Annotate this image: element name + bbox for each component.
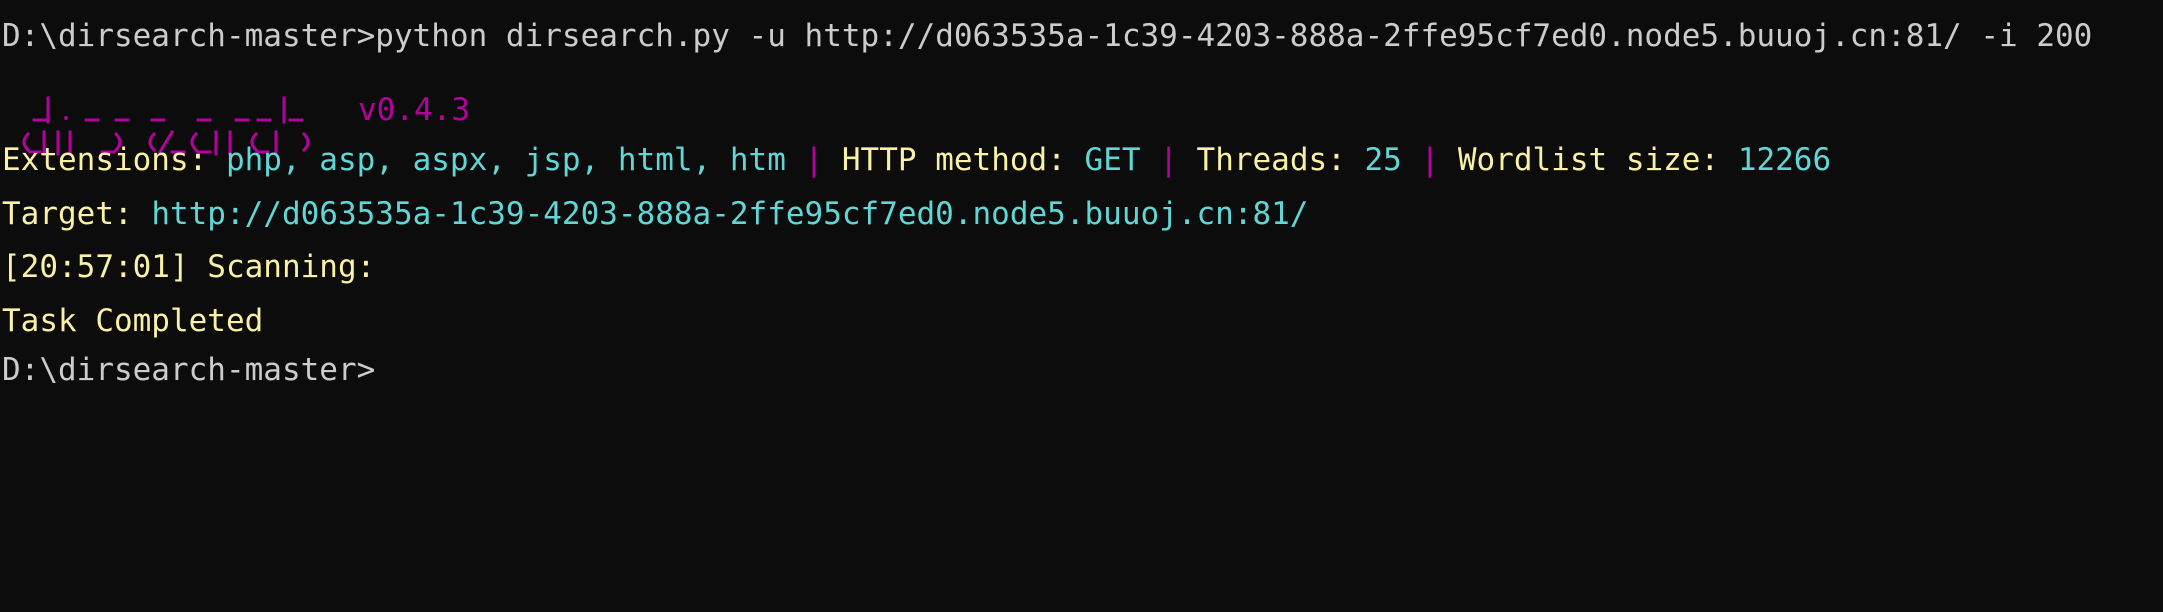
wordlist-label: Wordlist size: [1457, 142, 1738, 178]
extensions-label: Extensions: [2, 142, 226, 178]
command-line: D:\dirsearch-master>python dirsearch.py … [2, 18, 2092, 54]
final-prompt: D:\dirsearch-master> [2, 352, 376, 388]
threads-label: Threads: [1196, 142, 1365, 178]
command-text: python dirsearch.py -u http://d063535a-1… [375, 18, 2093, 54]
target-url: http://d063535a-1c39-4203-888a-2ffe95cf7… [151, 196, 1309, 232]
version-text: v0.4.3 [358, 92, 470, 128]
task-completed-text: Task Completed [2, 303, 264, 339]
separator-1: | [785, 142, 842, 178]
config-line: Extensions: php, asp, aspx, jsp, html, h… [2, 142, 1831, 178]
target-label: Target: [2, 196, 152, 232]
separator-2: | [1140, 142, 1197, 178]
terminal-window[interactable]: D:\dirsearch-master>python dirsearch.py … [0, 0, 2163, 508]
http-method-label: HTTP method: [841, 142, 1085, 178]
separator-3: | [1401, 142, 1458, 178]
target-line: Target: http://d063535a-1c39-4203-888a-2… [2, 196, 1308, 232]
http-method-value: GET [1084, 142, 1141, 178]
wordlist-value: 12266 [1737, 142, 1832, 178]
extensions-value: php, asp, aspx, jsp, html, htm [225, 142, 786, 178]
prompt-text: D:\dirsearch-master> [2, 18, 376, 54]
threads-value: 25 [1364, 142, 1402, 178]
scan-status: [20:57:01] Scanning: [2, 249, 376, 285]
